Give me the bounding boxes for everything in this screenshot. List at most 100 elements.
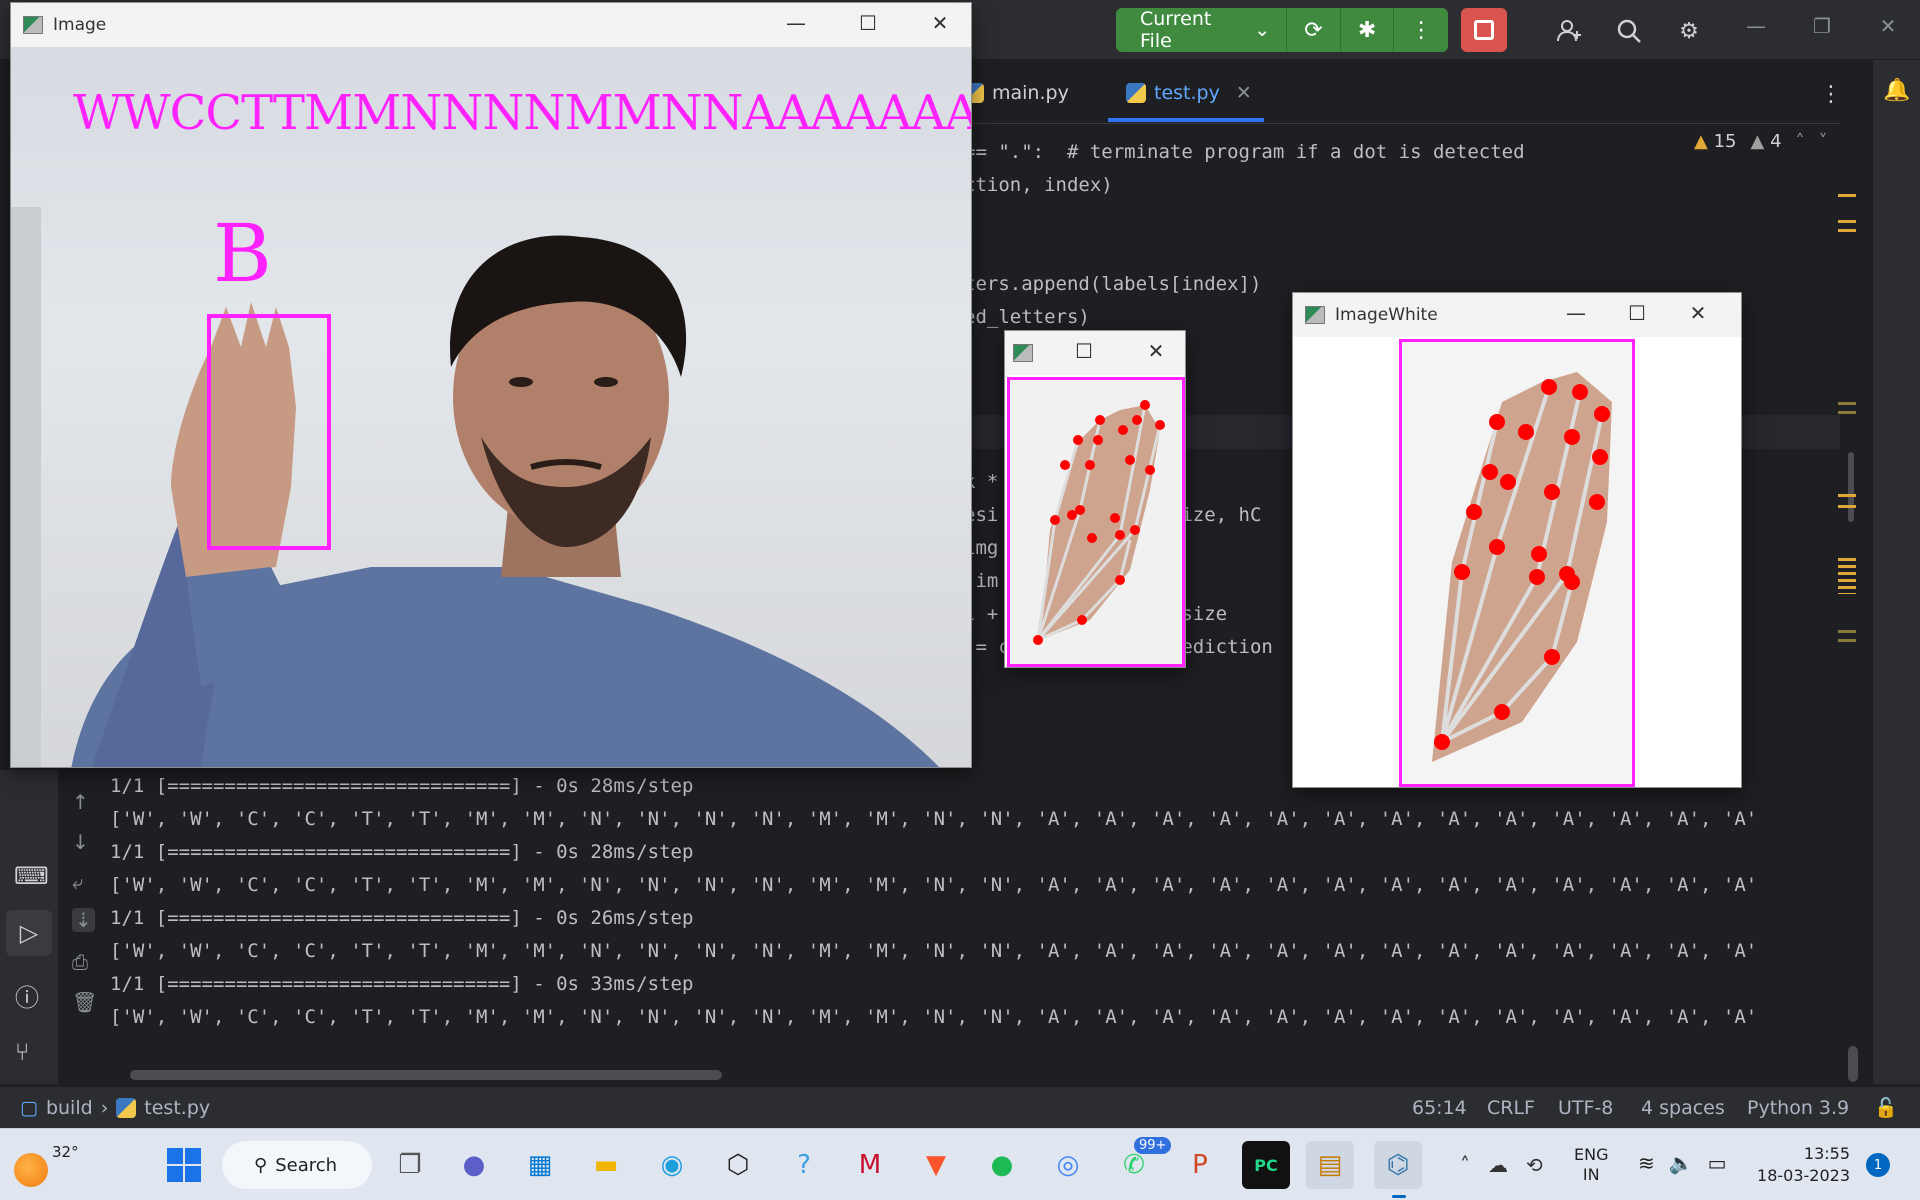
scroll-down-icon[interactable]: ↓ bbox=[72, 830, 89, 854]
close-button[interactable]: ✕ bbox=[1141, 339, 1171, 363]
line-separator[interactable]: CRLF bbox=[1487, 1097, 1535, 1119]
minimize-button[interactable]: — bbox=[1561, 301, 1591, 325]
more-tabs-icon[interactable]: ⋮ bbox=[1820, 82, 1842, 107]
store-button[interactable]: ▦ bbox=[516, 1141, 564, 1189]
python-file-icon bbox=[1126, 83, 1146, 103]
file-explorer-button[interactable]: ▬ bbox=[582, 1141, 630, 1189]
minimize-button[interactable]: — bbox=[1736, 14, 1776, 38]
app-icon bbox=[23, 16, 43, 34]
language-code: ENG bbox=[1574, 1145, 1609, 1164]
running-app-button[interactable]: ▤ bbox=[1306, 1141, 1354, 1189]
rerun-button[interactable]: ⟳ bbox=[1287, 8, 1341, 52]
soft-wrap-icon[interactable]: ⤶ bbox=[72, 870, 83, 894]
tab-main-py[interactable]: main.py bbox=[964, 82, 1069, 104]
webcam-scene bbox=[11, 207, 939, 767]
console-actions: ↑ ↓ ⤶ ⇣ ⎙ 🗑 bbox=[72, 790, 100, 1020]
pycharm-button[interactable]: PC bbox=[1242, 1141, 1290, 1189]
breadcrumb-project[interactable]: build bbox=[46, 1097, 93, 1119]
brave-button[interactable]: ▼ bbox=[912, 1141, 960, 1189]
code-line: == ".": # terminate program if a dot is … bbox=[964, 141, 1525, 163]
python-app-button[interactable]: ⌬ bbox=[1374, 1141, 1422, 1189]
lock-icon[interactable]: 🔓 bbox=[1874, 1096, 1898, 1119]
quick-settings[interactable]: ≋ 🔈 ▭ bbox=[1638, 1151, 1727, 1175]
edge-button[interactable]: ◉ bbox=[648, 1141, 696, 1189]
previous-highlight-icon[interactable]: ˄ bbox=[1796, 131, 1805, 152]
teams-chat-button[interactable]: ● bbox=[450, 1141, 498, 1189]
breadcrumb: ▢ build › test.py bbox=[20, 1097, 210, 1119]
breadcrumb-file[interactable]: test.py bbox=[144, 1097, 210, 1119]
maximize-button[interactable]: ☐ bbox=[1622, 301, 1652, 325]
debug-button[interactable]: ✱ bbox=[1341, 8, 1395, 52]
notifications-icon[interactable]: 🔔 bbox=[1883, 78, 1910, 103]
inspection-widget[interactable]: ▲ 15 ▲ 4 ˄ ˅ bbox=[1694, 131, 1828, 152]
module-icon: ▢ bbox=[20, 1096, 38, 1119]
start-button[interactable] bbox=[160, 1141, 208, 1189]
run-tool-button[interactable]: ▷ bbox=[6, 910, 52, 956]
taskbar-search[interactable]: ⚲ Search bbox=[222, 1141, 372, 1189]
trash-icon[interactable]: 🗑 bbox=[72, 990, 97, 1014]
battery-icon: ▭ bbox=[1707, 1151, 1727, 1175]
task-view-button[interactable]: ❐ bbox=[386, 1141, 434, 1189]
terminal-icon[interactable]: ⌨ bbox=[14, 862, 49, 890]
clock[interactable]: 13:55 18-03-2023 bbox=[1754, 1143, 1850, 1187]
restore-button[interactable]: ❐ bbox=[1802, 14, 1842, 38]
whatsapp-icon: ✆ bbox=[1123, 1150, 1145, 1180]
run-console[interactable]: 1/1 [==============================] - 0… bbox=[110, 770, 1860, 1090]
close-button[interactable]: ✕ bbox=[1683, 301, 1713, 325]
whatsapp-button[interactable]: ✆ 99+ bbox=[1110, 1137, 1172, 1189]
search-button[interactable] bbox=[1612, 14, 1646, 48]
python-interpreter[interactable]: Python 3.9 bbox=[1747, 1097, 1849, 1119]
minimize-button[interactable]: — bbox=[781, 11, 811, 35]
spotify-button[interactable]: ● bbox=[978, 1141, 1026, 1189]
file-encoding[interactable]: UTF-8 bbox=[1558, 1097, 1613, 1119]
scroll-up-icon[interactable]: ↑ bbox=[72, 790, 89, 814]
more-run-actions-button[interactable]: ⋮ bbox=[1394, 8, 1448, 52]
run-icon: ▷ bbox=[19, 919, 39, 947]
sync-icon[interactable]: ⟲ bbox=[1526, 1153, 1543, 1177]
next-highlight-icon[interactable]: ˅ bbox=[1819, 131, 1828, 152]
indent-setting[interactable]: 4 spaces bbox=[1641, 1097, 1725, 1119]
caret-position[interactable]: 65:14 bbox=[1412, 1097, 1467, 1119]
mcafee-button[interactable]: M bbox=[846, 1141, 894, 1189]
editor-tab-bar: main.py test.py ✕ ⋮ bbox=[960, 72, 1842, 124]
chevron-down-icon: ⌄ bbox=[1254, 19, 1271, 41]
warning-icon: ▲ bbox=[1694, 131, 1708, 152]
git-branch-icon[interactable]: ⑂ bbox=[15, 1038, 29, 1066]
help-app-button[interactable]: ? bbox=[780, 1141, 828, 1189]
print-icon[interactable]: ⎙ bbox=[72, 950, 88, 974]
github-app-button[interactable]: ⬡ bbox=[714, 1141, 762, 1189]
powerpoint-button[interactable]: P bbox=[1176, 1141, 1224, 1189]
marker bbox=[1838, 402, 1856, 414]
console-output: 1/1 [==============================] - 0… bbox=[110, 770, 1860, 1034]
help-icon: ? bbox=[797, 1150, 811, 1180]
problems-icon[interactable]: ⓘ bbox=[15, 978, 39, 1013]
maximize-button[interactable]: ☐ bbox=[1069, 339, 1099, 363]
add-user-button[interactable] bbox=[1552, 14, 1586, 48]
close-button[interactable]: ✕ bbox=[925, 11, 955, 35]
active-tab-indicator bbox=[1108, 118, 1264, 122]
close-tab-icon[interactable]: ✕ bbox=[1236, 82, 1252, 104]
settings-button[interactable]: ⚙ bbox=[1672, 14, 1706, 48]
chrome-button[interactable]: ◎ bbox=[1044, 1141, 1092, 1189]
notification-badge[interactable]: 1 bbox=[1866, 1153, 1890, 1177]
imagewhite-window-titlebar: ImageWhite — ☐ ✕ bbox=[1293, 293, 1741, 337]
cloud-icon[interactable]: ☁ bbox=[1488, 1153, 1508, 1177]
weather-widget[interactable]: 32° bbox=[14, 1143, 79, 1187]
editor-scrollbar[interactable] bbox=[1848, 452, 1854, 522]
task-view-icon: ❐ bbox=[398, 1150, 422, 1180]
right-tool-strip: 🔔 bbox=[1872, 60, 1920, 1084]
stop-button[interactable] bbox=[1461, 8, 1507, 52]
crop-window: ☐ ✕ bbox=[1004, 330, 1186, 668]
pycharm-icon: PC bbox=[1254, 1155, 1278, 1175]
language-indicator[interactable]: ENG IN bbox=[1574, 1145, 1608, 1185]
maximize-button[interactable]: ☐ bbox=[853, 11, 883, 35]
console-vscrollbar[interactable] bbox=[1848, 1046, 1858, 1082]
run-config-selector[interactable]: Current File ⌄ bbox=[1116, 8, 1288, 52]
weather-temperature: 32° bbox=[52, 1143, 79, 1161]
marker bbox=[1838, 558, 1856, 594]
chevron-up-icon[interactable]: ˄ bbox=[1460, 1153, 1470, 1177]
console-hscrollbar[interactable] bbox=[130, 1070, 722, 1080]
tab-test-py[interactable]: test.py ✕ bbox=[1126, 82, 1252, 104]
scroll-to-end-icon[interactable]: ⇣ bbox=[72, 908, 95, 932]
close-button[interactable]: ✕ bbox=[1868, 14, 1908, 38]
